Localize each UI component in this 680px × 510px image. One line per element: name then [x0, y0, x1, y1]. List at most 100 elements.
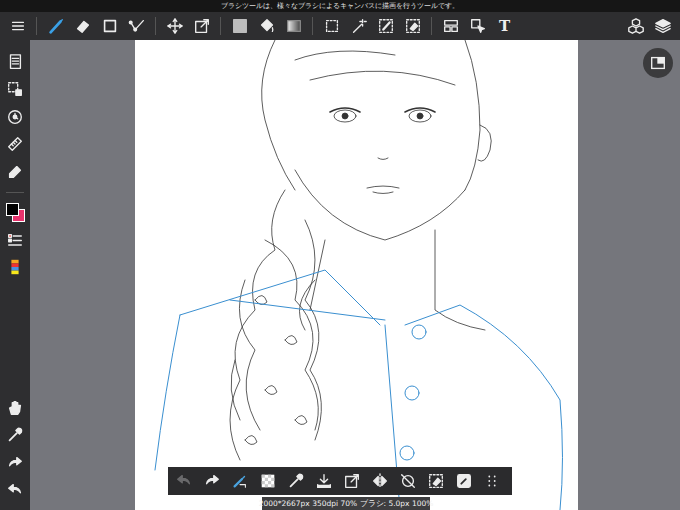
left-sidebar [0, 40, 30, 510]
gradient-icon [285, 17, 303, 35]
rotate-icon [6, 108, 24, 126]
tool-button[interactable] [1, 76, 29, 104]
toolbar-separator [220, 17, 221, 35]
grip-icon [483, 472, 501, 490]
tool-button[interactable] [372, 13, 399, 39]
tool-button[interactable] [254, 468, 282, 494]
tool-button[interactable] [345, 13, 372, 39]
tool-button[interactable] [649, 13, 676, 39]
top-toolbar: T [0, 12, 680, 40]
canvas[interactable] [135, 40, 578, 510]
toolbar-separator [431, 17, 432, 35]
tool-button[interactable] [123, 13, 150, 39]
redo-icon [203, 472, 221, 490]
tool-button[interactable] [310, 468, 338, 494]
status-bar: 2000*2667px 350dpi 70% ブラシ: 5.0px 100% [262, 497, 430, 510]
tool-button[interactable] [280, 13, 307, 39]
tool-button[interactable] [1, 131, 29, 159]
tool-group [42, 13, 150, 39]
export-icon [343, 472, 361, 490]
canvas-area[interactable]: 2000*2667px 350dpi 70% ブラシ: 5.0px 100% [30, 40, 680, 510]
rect-icon [101, 17, 119, 35]
tool-button[interactable] [399, 13, 426, 39]
move-icon [166, 17, 184, 35]
tool-button[interactable] [478, 468, 506, 494]
redo-icon [6, 454, 24, 472]
tool-button[interactable] [253, 13, 280, 39]
transform-icon [193, 17, 211, 35]
navigator-button[interactable] [643, 48, 673, 78]
tool-button[interactable] [1, 477, 29, 505]
selecteraser-icon [427, 472, 445, 490]
undo-icon [175, 472, 193, 490]
layers-icon [654, 17, 672, 35]
selecteraser-icon [404, 17, 422, 35]
undo-icon [6, 481, 24, 499]
tool-button[interactable] [622, 13, 649, 39]
tool-button[interactable] [282, 468, 310, 494]
tool-button[interactable] [464, 13, 491, 39]
tool-button[interactable]: T [491, 13, 518, 39]
tool-button[interactable] [422, 468, 450, 494]
edit-icon [455, 472, 473, 490]
toolbar-separator [155, 17, 156, 35]
tool-button[interactable] [198, 468, 226, 494]
brush-icon [47, 17, 65, 35]
tool-button[interactable] [4, 13, 31, 39]
bottom-toolbar [168, 467, 512, 495]
palette-icon [6, 258, 24, 276]
tool-button[interactable] [226, 13, 253, 39]
materials-icon [627, 17, 645, 35]
tool-button[interactable] [1, 226, 29, 254]
select-icon [323, 17, 341, 35]
sidebar-group [1, 48, 29, 186]
sidebar-separator [6, 192, 24, 193]
ruler-icon [6, 135, 24, 153]
tool-button[interactable] [1, 449, 29, 477]
download-icon [315, 472, 333, 490]
tool-button[interactable] [188, 13, 215, 39]
flip-icon [371, 472, 389, 490]
tool-button[interactable] [450, 468, 478, 494]
tool-button[interactable] [318, 13, 345, 39]
tool-button[interactable] [161, 13, 188, 39]
vector-icon [128, 17, 146, 35]
tool-button[interactable] [42, 13, 69, 39]
tool-button[interactable] [1, 254, 29, 282]
tool-group [318, 13, 426, 39]
pages-icon [6, 53, 24, 71]
tool-button[interactable] [1, 394, 29, 422]
tool-group [4, 13, 31, 39]
tool-button[interactable] [96, 13, 123, 39]
bucket-icon [258, 17, 276, 35]
fillcolor-icon [231, 17, 249, 35]
tool-button[interactable] [226, 468, 254, 494]
norotate-icon [399, 472, 417, 490]
tool-button[interactable] [1, 422, 29, 450]
tool-button[interactable] [1, 48, 29, 76]
sidebar-group [1, 394, 29, 504]
tool-group [161, 13, 215, 39]
color-swatch [6, 203, 24, 221]
color-swatch-button[interactable] [1, 199, 29, 227]
tool-button[interactable] [394, 468, 422, 494]
tool-button [170, 468, 198, 494]
swap-icon [231, 472, 249, 490]
dotselect-icon [6, 80, 24, 98]
toolbar-separator [36, 17, 37, 35]
tool-group [622, 13, 676, 39]
tool-button[interactable] [338, 468, 366, 494]
navigator-icon [649, 54, 667, 72]
primary-color[interactable] [6, 203, 19, 216]
tool-button[interactable] [366, 468, 394, 494]
tool-button[interactable] [1, 158, 29, 186]
workspace: 2000*2667px 350dpi 70% ブラシ: 5.0px 100% [0, 40, 680, 510]
dropper-icon [6, 426, 24, 444]
penselect-icon [377, 17, 395, 35]
text-tool-label: T [499, 17, 510, 35]
panels-icon [442, 17, 460, 35]
menu-icon [9, 17, 27, 35]
tool-button[interactable] [69, 13, 96, 39]
tool-button[interactable] [437, 13, 464, 39]
tool-button[interactable] [1, 103, 29, 131]
